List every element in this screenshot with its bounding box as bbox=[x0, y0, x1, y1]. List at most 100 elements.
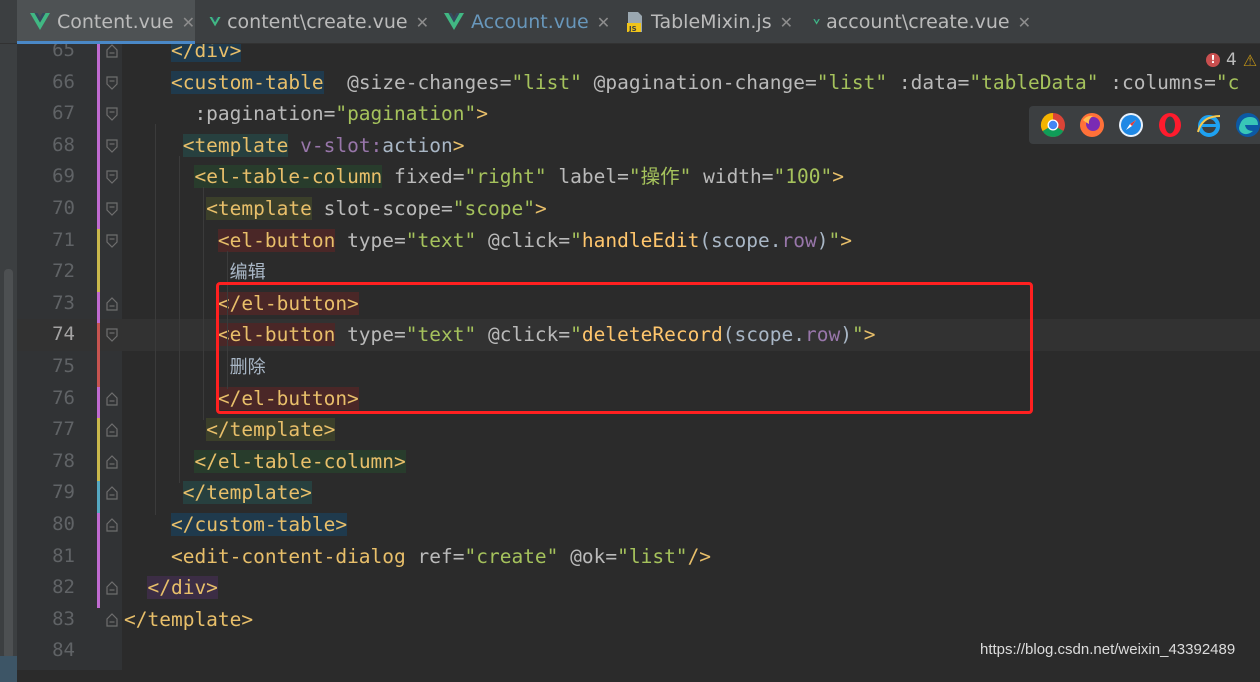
code-text: </custom-table> bbox=[124, 509, 348, 541]
code-token: <template bbox=[206, 197, 312, 220]
line-number: 77 bbox=[52, 418, 75, 441]
error-icon: ! bbox=[1206, 53, 1220, 67]
inspection-indicator[interactable]: ! 4 ⚠ bbox=[1206, 50, 1257, 70]
tab-tablemixin-js[interactable]: JS TableMixin.js ✕ bbox=[613, 0, 799, 44]
safari-icon[interactable] bbox=[1118, 112, 1144, 138]
scrollbar-thumb[interactable] bbox=[4, 269, 13, 659]
close-icon[interactable]: ✕ bbox=[182, 13, 195, 32]
fold-marker-icon[interactable] bbox=[105, 233, 119, 248]
close-icon[interactable]: ✕ bbox=[416, 13, 429, 32]
code-token: > bbox=[534, 197, 547, 220]
line-number: 70 bbox=[52, 197, 75, 219]
code-token: handleEdit bbox=[581, 228, 700, 252]
fold-marker-icon[interactable] bbox=[105, 170, 119, 185]
tab-account-create-vue[interactable]: account\create.vue ✕ bbox=[801, 0, 1031, 44]
vcs-change-marker bbox=[97, 481, 100, 513]
fold-marker-icon[interactable] bbox=[105, 391, 119, 406]
code-token: @ok= bbox=[558, 544, 618, 568]
code-text: <template slot-scope="scope"> bbox=[124, 193, 547, 225]
tab-label: Account.vue bbox=[471, 11, 589, 33]
open-in-browser-toolbar bbox=[1029, 106, 1260, 144]
code-line[interactable]: 65 </div> bbox=[17, 44, 1260, 67]
code-token: width= bbox=[691, 165, 774, 189]
fold-marker-icon[interactable] bbox=[105, 44, 119, 58]
code-token: "list" bbox=[816, 70, 888, 94]
editor-tab-bar: Content.vue ✕ content\create.vue ✕ Account.v… bbox=[0, 0, 1260, 44]
line-number: 66 bbox=[52, 70, 75, 93]
code-token: 编辑 bbox=[229, 262, 266, 284]
code-line[interactable]: 79 </template> bbox=[17, 477, 1260, 509]
close-icon[interactable]: ✕ bbox=[597, 13, 610, 32]
fold-marker-icon[interactable] bbox=[105, 202, 119, 216]
code-token: <el-button bbox=[217, 228, 336, 252]
code-line[interactable]: 66 <custom-table @size-changes="list" @p… bbox=[17, 67, 1260, 99]
code-text: </div> bbox=[124, 572, 218, 604]
firefox-icon[interactable] bbox=[1079, 112, 1105, 138]
code-token: </div> bbox=[170, 44, 242, 62]
indent-guide bbox=[203, 187, 204, 421]
fold-marker-icon[interactable] bbox=[105, 486, 119, 500]
tab-account-vue[interactable]: Account.vue ✕ bbox=[431, 0, 611, 44]
tab-content-create-vue[interactable]: content\create.vue ✕ bbox=[197, 0, 429, 44]
chrome-icon[interactable] bbox=[1040, 112, 1066, 138]
edge-icon[interactable] bbox=[1235, 112, 1260, 138]
line-number: 79 bbox=[52, 481, 75, 504]
code-text: <custom-table @size-changes="list" @pagi… bbox=[124, 67, 1239, 99]
code-token: slot-scope= bbox=[311, 197, 453, 220]
svg-text:JS: JS bbox=[628, 25, 637, 33]
code-line[interactable]: 80 </custom-table> bbox=[17, 509, 1260, 541]
tab-label: Content.vue bbox=[57, 11, 174, 33]
code-token: (scope. bbox=[699, 228, 782, 252]
line-number: 76 bbox=[52, 386, 75, 409]
code-line[interactable]: 82 </div> bbox=[17, 572, 1260, 604]
vue-icon bbox=[30, 13, 50, 30]
line-number: 81 bbox=[52, 544, 75, 567]
code-token: @pagination-change= bbox=[581, 70, 817, 94]
fold-marker-icon[interactable] bbox=[105, 107, 119, 122]
code-text: </div> bbox=[124, 44, 242, 67]
fold-marker-icon[interactable] bbox=[105, 454, 119, 469]
code-token: fixed= bbox=[382, 165, 465, 189]
code-token: > bbox=[832, 165, 844, 189]
fold-marker-icon[interactable] bbox=[105, 75, 119, 90]
code-token: "create" bbox=[464, 544, 559, 568]
line-number: 67 bbox=[52, 102, 75, 125]
code-token: ref= bbox=[405, 544, 465, 568]
code-token: > bbox=[840, 228, 852, 252]
close-icon[interactable]: ✕ bbox=[780, 13, 793, 32]
fold-marker-icon[interactable] bbox=[105, 139, 119, 153]
code-token: :data= bbox=[887, 70, 970, 94]
tab-content-vue[interactable]: Content.vue ✕ bbox=[17, 0, 195, 44]
ie-icon[interactable] bbox=[1196, 112, 1222, 138]
code-token: action bbox=[382, 133, 453, 157]
close-icon[interactable]: ✕ bbox=[1018, 13, 1031, 32]
code-token: </el-table-column> bbox=[194, 449, 406, 473]
code-token: </template> bbox=[182, 481, 312, 505]
line-number: 68 bbox=[52, 133, 75, 156]
fold-marker-icon[interactable] bbox=[105, 612, 119, 627]
vcs-change-marker bbox=[97, 323, 100, 387]
annotation-highlight-box bbox=[216, 282, 1033, 414]
fold-marker-icon[interactable] bbox=[105, 518, 119, 532]
fold-marker-icon[interactable] bbox=[105, 296, 119, 311]
fold-marker-icon[interactable] bbox=[105, 581, 119, 595]
code-token: > bbox=[476, 102, 488, 126]
code-line[interactable]: 83 </template> bbox=[17, 604, 1260, 636]
code-token: type= bbox=[335, 228, 406, 252]
opera-icon[interactable] bbox=[1157, 112, 1183, 138]
fold-marker-icon[interactable] bbox=[105, 328, 119, 343]
code-line[interactable]: 78 </el-table-column> bbox=[17, 446, 1260, 478]
code-token: "tableData" bbox=[969, 70, 1099, 94]
line-number: 65 bbox=[52, 44, 75, 61]
code-line[interactable]: 81 <edit-content-dialog ref="create" @ok… bbox=[17, 541, 1260, 573]
code-token: "100" bbox=[773, 165, 833, 189]
fold-marker-icon[interactable] bbox=[105, 423, 119, 437]
